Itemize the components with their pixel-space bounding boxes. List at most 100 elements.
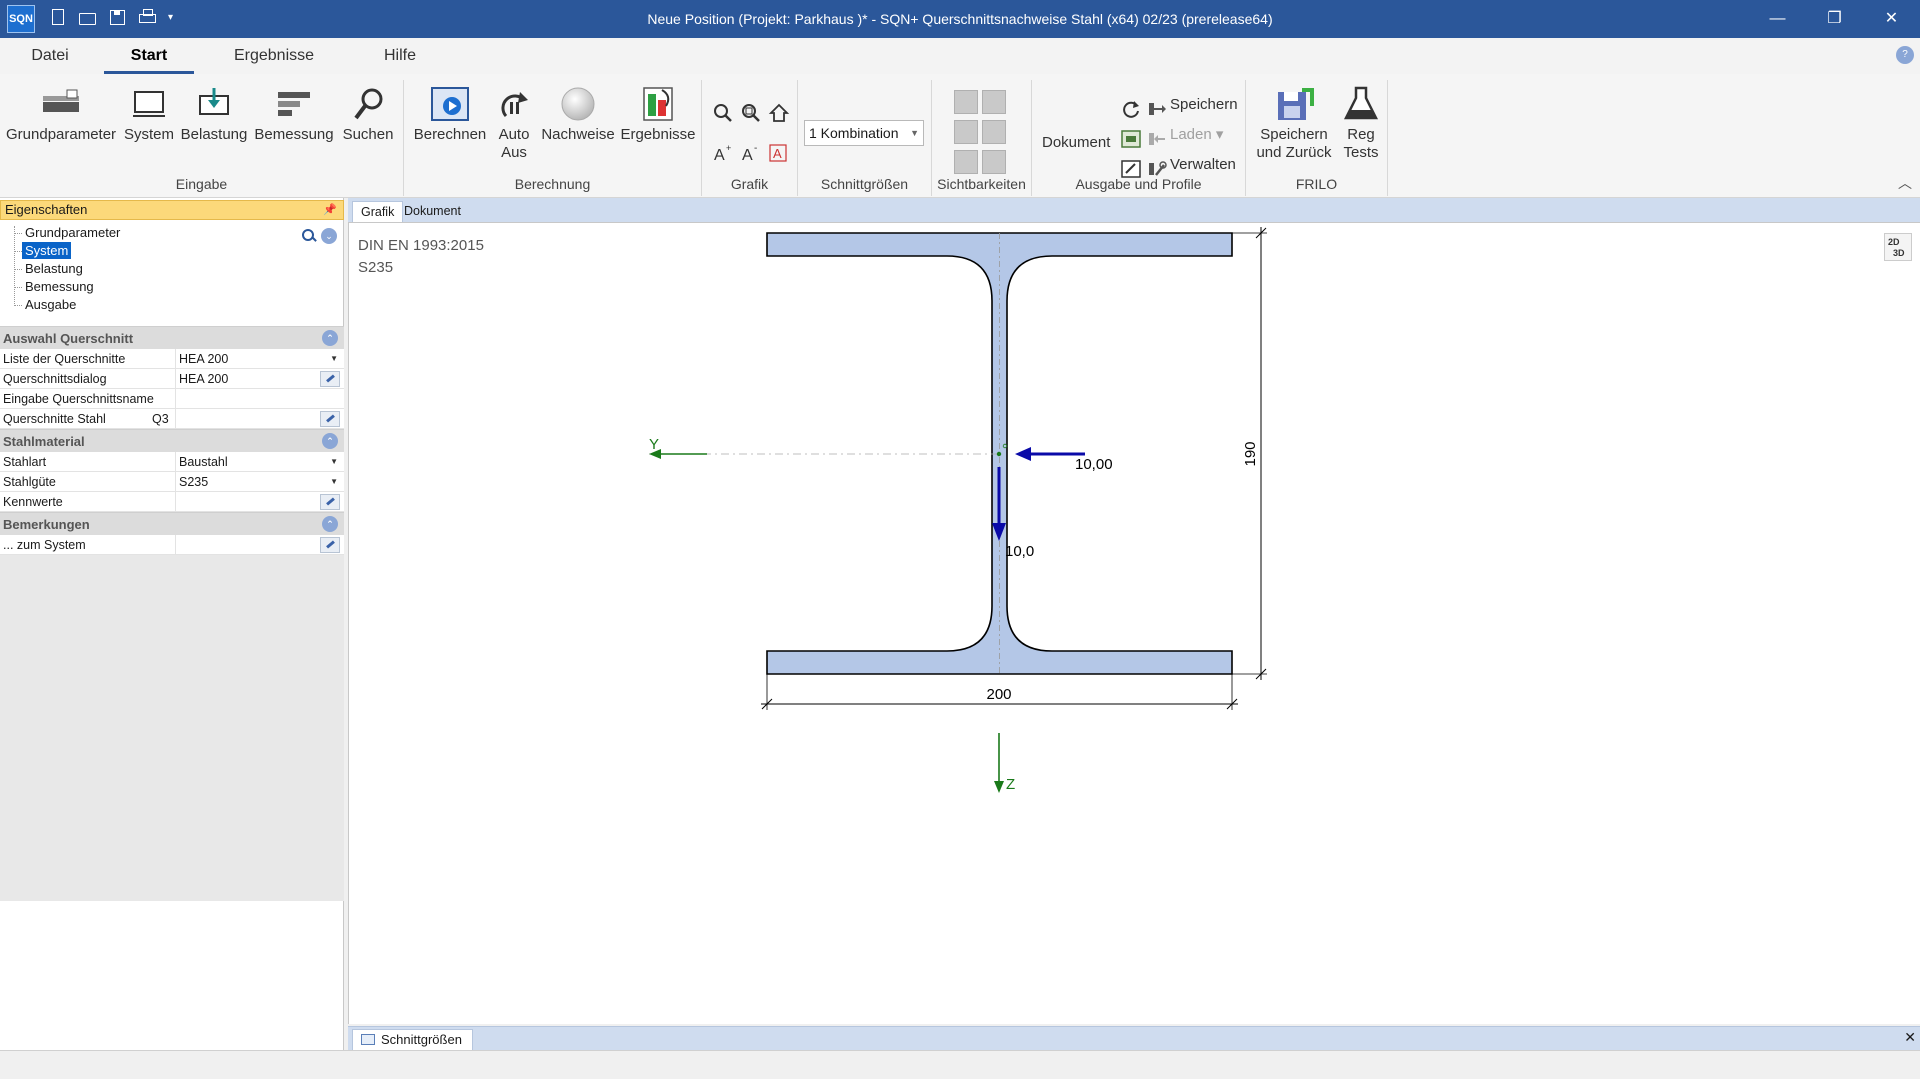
refresh-icon[interactable]: [1120, 98, 1142, 120]
system-button[interactable]: System: [122, 86, 176, 144]
querschnitte-stahl-field[interactable]: [175, 409, 344, 429]
font-increase-icon[interactable]: A +: [712, 142, 734, 164]
auto-aus-button[interactable]: Auto Aus: [490, 86, 538, 162]
edit-icon[interactable]: [320, 371, 340, 387]
restore-button[interactable]: ❐: [1806, 0, 1863, 38]
collapse-icon[interactable]: ⌃: [322, 516, 338, 532]
system-icon: [129, 86, 169, 122]
svg-text:A: A: [773, 146, 782, 161]
horizontal-load-arrowhead: [1015, 447, 1031, 461]
edit-icon[interactable]: [320, 537, 340, 553]
z-axis-label: Z: [1006, 776, 1015, 793]
stahlguete-select[interactable]: S235 ▼: [175, 472, 344, 492]
zoom-icon[interactable]: [712, 102, 734, 124]
section-bemerkungen[interactable]: Bemerkungen ⌃: [0, 512, 344, 535]
edit-icon[interactable]: [320, 494, 340, 510]
help-icon[interactable]: ?: [1896, 46, 1914, 64]
visibility-dimension-icon[interactable]: [954, 90, 978, 114]
bemessung-button[interactable]: Bemessung: [252, 86, 336, 144]
tab-datei[interactable]: Datei: [22, 38, 78, 74]
pin-icon[interactable]: 📌: [323, 201, 337, 219]
window-controls: — ❐ ✕: [1749, 0, 1920, 38]
belastung-label: Belastung: [180, 126, 248, 143]
collapse-icon[interactable]: ⌃: [322, 433, 338, 449]
tree-branch: [14, 305, 22, 306]
property-value: S235: [179, 475, 209, 489]
ribbon-group-frilo: Speichern und Zurück Reg Tests FRILO: [1246, 80, 1388, 196]
auto-calc-icon: [494, 86, 534, 122]
property-value: HEA 200: [179, 372, 229, 386]
reg-tests-button[interactable]: Reg Tests: [1338, 86, 1384, 162]
tree-item-grundparameter[interactable]: Grundparameter: [22, 224, 123, 241]
tab-schnittgroessen[interactable]: Schnittgrößen: [352, 1029, 473, 1051]
querschnittsdialog-field[interactable]: HEA 200: [175, 369, 344, 389]
tree-item-belastung[interactable]: Belastung: [22, 260, 86, 277]
bemerkung-system-field[interactable]: [175, 535, 344, 555]
tests-label: Tests: [1343, 144, 1379, 161]
stahlart-select[interactable]: Baustahl ▼: [175, 452, 344, 472]
property-label: ... zum System: [3, 538, 86, 552]
tab-hilfe[interactable]: Hilfe: [372, 38, 428, 74]
font-color-icon[interactable]: A: [768, 142, 790, 164]
property-row: Liste der Querschnitte HEA 200 ▼: [0, 349, 344, 369]
tree-connector: [14, 226, 15, 306]
speichern-zurueck-button[interactable]: Speichern und Zurück: [1252, 86, 1336, 162]
collapse-icon[interactable]: ⌃: [322, 330, 338, 346]
speichern-profile-button[interactable]: Speichern: [1170, 94, 1238, 116]
graphics-canvas[interactable]: DIN EN 1993:2015 S235 2D 3D Y Z 10,00 10…: [348, 222, 1920, 1024]
search-icon: [348, 86, 388, 122]
kombination-select[interactable]: 1 Kombination ▼: [804, 120, 924, 146]
ribbon: Grundparameter System Belastung Bemessun…: [0, 74, 1920, 198]
chevron-down-icon: ▼: [910, 128, 919, 138]
home-view-icon[interactable]: [768, 102, 790, 124]
close-button[interactable]: ✕: [1863, 0, 1920, 38]
tab-dokument[interactable]: Dokument: [396, 201, 469, 222]
ribbon-group-label-grafik: Grafik: [730, 176, 769, 192]
berechnen-button[interactable]: Berechnen: [408, 86, 492, 144]
nachweise-button[interactable]: Nachweise: [536, 86, 620, 144]
collapse-ribbon-icon[interactable]: ︿: [1898, 173, 1912, 193]
edit-icon[interactable]: [320, 411, 340, 427]
tree-branch: [14, 287, 22, 288]
grundparameter-button[interactable]: Grundparameter: [6, 86, 116, 144]
zoom-window-icon[interactable]: [740, 102, 762, 124]
section-stahlmaterial[interactable]: Stahlmaterial ⌃: [0, 429, 344, 452]
close-panel-button[interactable]: ✕: [1904, 1029, 1916, 1046]
suchen-button[interactable]: Suchen: [340, 86, 396, 144]
empty-area: [0, 555, 344, 901]
visibility-loads-icon[interactable]: [954, 150, 978, 174]
visibility-labels-icon[interactable]: [982, 150, 1006, 174]
ergebnisse-button[interactable]: Ergebnisse: [618, 86, 698, 144]
property-row: Querschnitte Stahl Q3: [0, 409, 344, 429]
tab-start[interactable]: Start: [104, 38, 194, 74]
tree-item-bemessung[interactable]: Bemessung: [22, 278, 97, 295]
property-row: Kennwerte: [0, 492, 344, 512]
section-title: Bemerkungen: [3, 517, 90, 532]
visibility-section-icon[interactable]: [982, 90, 1006, 114]
tree-branch: [14, 233, 22, 234]
laden-profile-button[interactable]: Laden ▾: [1170, 124, 1223, 146]
tree-item-ausgabe[interactable]: Ausgabe: [22, 296, 79, 313]
schnittgroessen-tab-label: Schnittgrößen: [381, 1032, 462, 1047]
tab-ergebnisse[interactable]: Ergebnisse: [224, 38, 324, 74]
minimize-button[interactable]: —: [1749, 0, 1806, 38]
belastung-button[interactable]: Belastung: [180, 86, 248, 144]
querschnittsname-input[interactable]: [175, 389, 344, 409]
speichern-zurueck-label-1: Speichern: [1260, 126, 1328, 143]
verwalten-button[interactable]: Verwalten: [1170, 154, 1236, 176]
querschnitt-list-select[interactable]: HEA 200 ▼: [175, 349, 344, 369]
expand-icon[interactable]: ⌄: [321, 228, 337, 244]
profile-load-icon[interactable]: [1120, 128, 1142, 150]
font-decrease-icon[interactable]: A-: [740, 142, 762, 164]
window-title: Neue Position (Projekt: Parkhaus )* - SQ…: [647, 11, 1273, 27]
berechnen-icon: [430, 86, 470, 122]
search-icon[interactable]: [301, 228, 317, 244]
visibility-lines-icon[interactable]: [982, 120, 1006, 144]
tree-item-system[interactable]: System: [22, 242, 72, 259]
grundparameter-icon: [41, 86, 81, 122]
dokument-button[interactable]: Dokument: [1042, 132, 1110, 154]
property-row: ... zum System: [0, 535, 344, 555]
section-auswahl-querschnitt[interactable]: Auswahl Querschnitt ⌃: [0, 326, 344, 349]
kennwerte-field[interactable]: [175, 492, 344, 512]
visibility-axes-icon[interactable]: [954, 120, 978, 144]
